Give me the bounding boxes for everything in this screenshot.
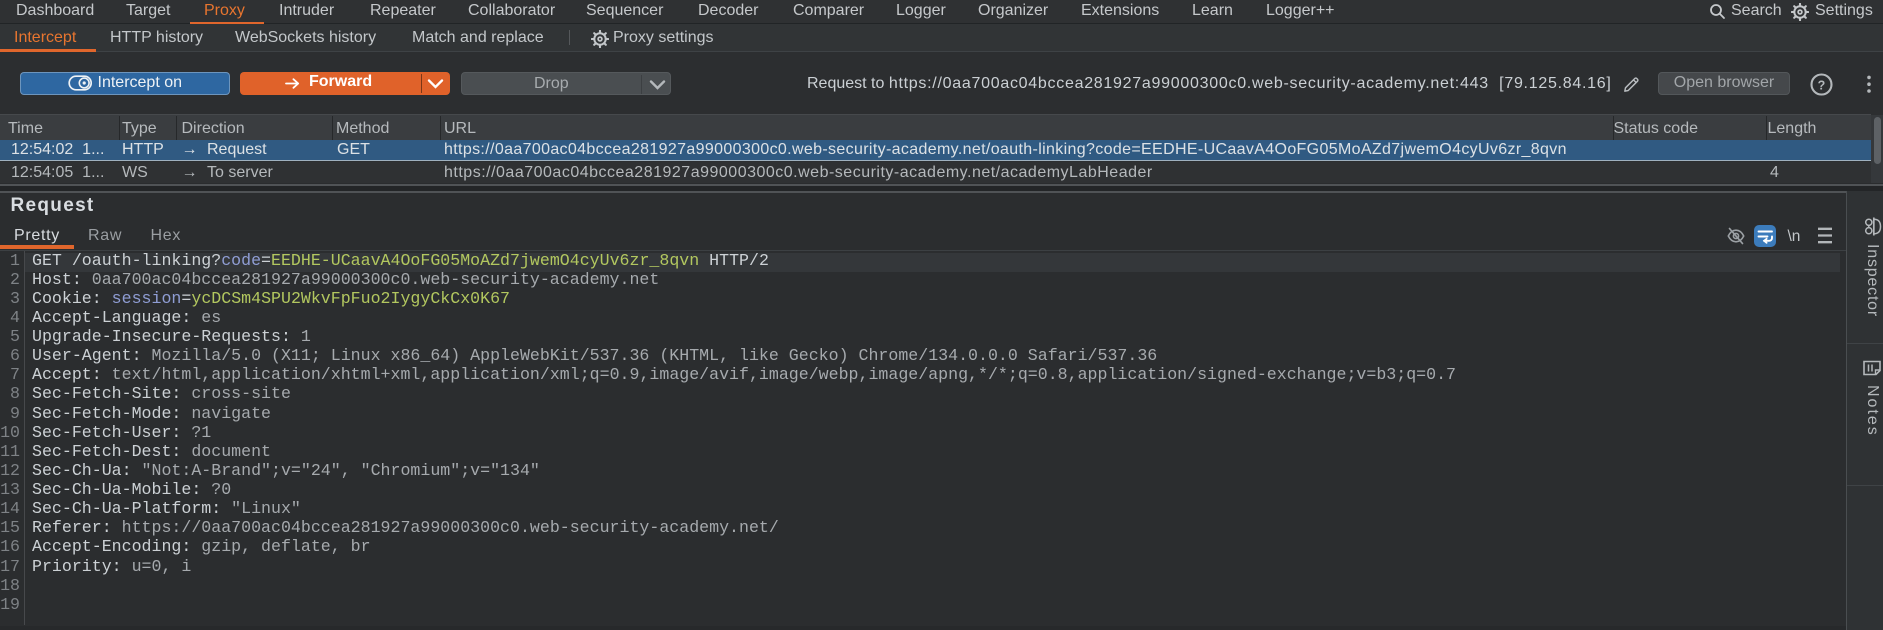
svg-text:?: ?	[1818, 78, 1826, 92]
